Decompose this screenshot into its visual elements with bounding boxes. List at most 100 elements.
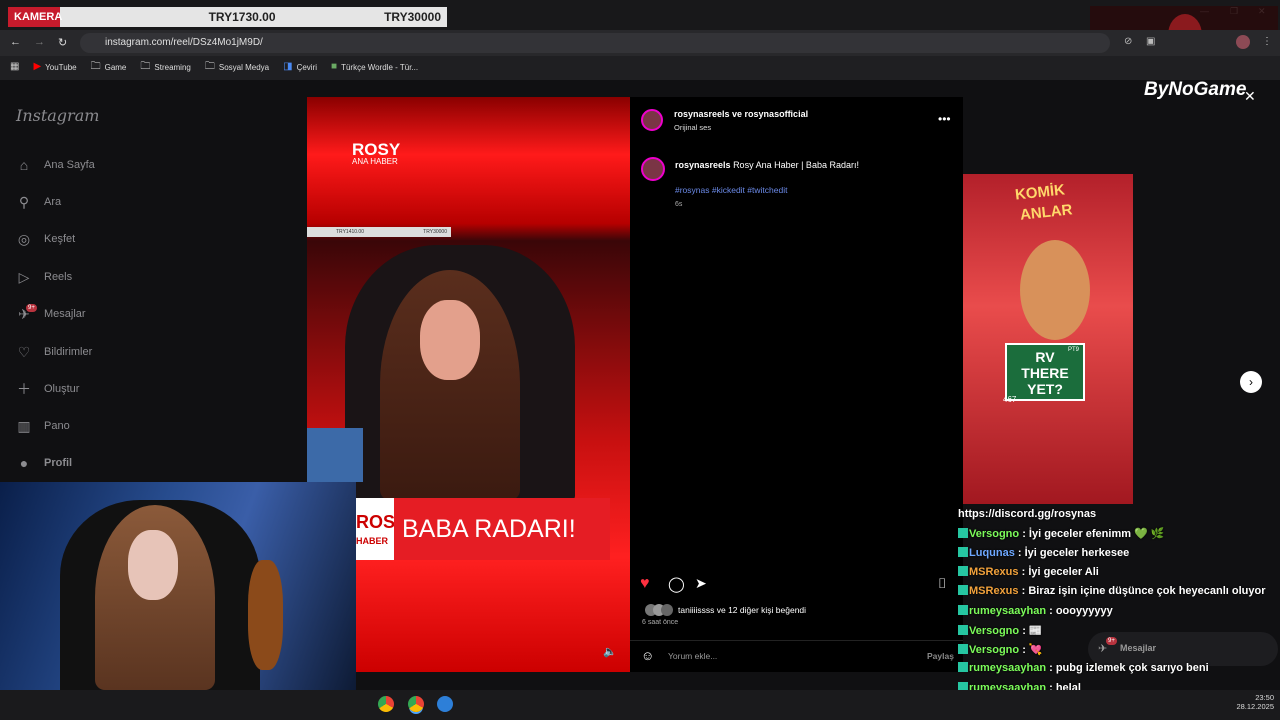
comment-bar: ☺ Yorum ekle... Paylaş: [630, 640, 963, 670]
system-clock[interactable]: 23:50 28.12.2025: [1228, 693, 1274, 711]
donation-label: KAMERA: [8, 7, 62, 27]
comment-input[interactable]: Yorum ekle...: [668, 651, 717, 661]
bookmark-youtube[interactable]: ▶ YouTube: [33, 62, 76, 72]
chat-text: https://discord.gg/rosynas: [958, 508, 1097, 520]
webcam-guitar: [248, 560, 283, 670]
chat-username[interactable]: Versogno: [969, 625, 1019, 637]
caption-avatar[interactable]: [641, 157, 665, 181]
chrome-taskbar-icon-2[interactable]: [408, 696, 424, 712]
reel-streamer-face: [420, 300, 480, 380]
chat-username[interactable]: MSRexus: [969, 566, 1019, 578]
share-icon[interactable]: ➤: [695, 575, 707, 592]
menu-icon[interactable]: ⋮: [1262, 36, 1272, 47]
chrome-taskbar-icon[interactable]: [378, 696, 394, 712]
search-icon: ⚲: [18, 194, 30, 210]
messages-badge: 9+: [26, 304, 37, 312]
bookmark-ceviri[interactable]: ◨ Çeviri: [283, 62, 317, 72]
chat-username[interactable]: Luqunas: [969, 547, 1015, 559]
camera-blocked-icon[interactable]: ⊘: [1124, 36, 1132, 47]
chat-username[interactable]: rumeysaayhan: [969, 662, 1046, 674]
more-options-icon[interactable]: •••: [938, 112, 951, 126]
bookmark-streaming[interactable]: 🗀 Streaming: [140, 62, 190, 72]
nav-notifications[interactable]: ♡ Bildirimler: [16, 345, 93, 359]
bookmark-wordle[interactable]: ■ Türkçe Wordle - Tür...: [331, 62, 418, 72]
forward-icon[interactable]: →: [34, 36, 45, 48]
avatar-icon: ●: [19, 455, 29, 471]
reel-banner-sub: HABER: [356, 536, 389, 546]
post-hashtags[interactable]: #rosynas #kickedit #twitchedit: [675, 185, 787, 195]
chat-text: : pubg izlemek çok sarıyo beni: [1049, 662, 1209, 675]
post-time: 6 saat önce: [642, 619, 679, 626]
obs-taskbar-icon[interactable]: [437, 696, 453, 712]
caption-time: 6s: [675, 201, 683, 208]
share-button[interactable]: Paylaş: [927, 651, 954, 661]
post-actions: ♥ ◯ ➤ ⌷: [640, 575, 955, 595]
next-arrow-icon[interactable]: ›: [1240, 371, 1262, 393]
reel-donation-bar: TRY1410.00 TRY30000: [307, 227, 451, 237]
float-label: Mesajlar: [1120, 643, 1157, 653]
post-author[interactable]: rosynasreels ve rosynasofficial: [674, 109, 808, 119]
like-heart-icon[interactable]: ♥: [640, 575, 650, 593]
chat-text: : 💘: [1022, 644, 1043, 657]
apps-grid-icon[interactable]: ▦: [10, 62, 19, 72]
folder-icon: 🗀: [90, 61, 101, 72]
bookmark-sosyal-medya[interactable]: 🗀 Sosyal Medya: [205, 62, 269, 72]
bookmarks-bar: ▦ ▶ YouTube 🗀 Game 🗀 Streaming 🗀 Sosyal Medy…: [0, 56, 1280, 78]
nav-search[interactable]: ⚲ Ara: [16, 194, 61, 210]
post-likes[interactable]: taniiiissss ve 12 diğer kişi beğendi: [678, 605, 806, 615]
taskbar: [0, 690, 1280, 720]
chat-text: : İyi geceler herkesee: [1017, 546, 1130, 559]
volume-icon[interactable]: 🔈: [603, 645, 617, 658]
thumb-part: PT9: [1068, 347, 1080, 353]
url-input[interactable]: instagram.com/reel/DSz4Mo1jM9D/: [80, 33, 1110, 53]
chat-username[interactable]: rumeysaayhan: [969, 605, 1046, 617]
chat-message: Versogno : 💘: [958, 643, 1043, 656]
translate-icon: ◨: [283, 61, 293, 72]
emoji-icon[interactable]: ☺: [641, 648, 654, 663]
chat-badge-icon: [958, 624, 968, 635]
youtube-icon: ▶: [33, 61, 42, 72]
nav-create[interactable]: ＋ Oluştur: [16, 381, 79, 397]
chat-message: Versogno : 📰: [958, 624, 1043, 637]
chat-badge-icon: [958, 546, 968, 557]
chat-text: : İyi geceler efenimm 💚 🌿: [1022, 528, 1165, 541]
chat-username[interactable]: Versogno: [969, 644, 1019, 656]
nav-dashboard[interactable]: ▥ Pano: [16, 419, 69, 433]
caption-user[interactable]: rosynasreels: [675, 160, 731, 170]
post-audio[interactable]: Orijinal ses: [674, 123, 711, 132]
nav-explore[interactable]: ◎ Keşfet: [16, 231, 75, 247]
reel-brand-sub: ANA HABER: [352, 157, 398, 166]
nav-reels[interactable]: ▷ Reels: [16, 270, 73, 284]
plus-icon: ＋: [17, 381, 31, 397]
thumb-lion-face: [1020, 240, 1090, 340]
chat-message: rumeysaayhan : pubg izlemek çok sarıyo b…: [958, 662, 1209, 674]
cast-icon[interactable]: ▣: [1146, 36, 1155, 47]
chat-message: MSRexus : Biraz işin içine düşünce çok h…: [958, 585, 1266, 597]
reel-banner-title: BABA RADARI!: [394, 498, 610, 560]
bookmark-icon[interactable]: ⌷: [938, 575, 946, 592]
author-avatar[interactable]: [641, 109, 663, 131]
chat-badge-icon: [958, 604, 968, 615]
nav-profile[interactable]: ● Profil: [16, 455, 72, 471]
reload-icon[interactable]: ↻: [58, 36, 67, 49]
nav-home[interactable]: ⌂ Ana Sayfa: [16, 158, 95, 172]
chat-badge-icon: [958, 644, 968, 655]
post-caption: rosynasreels Rosy Ana Haber | Baba Radar…: [675, 160, 859, 170]
reel-inset-camera: [307, 428, 363, 482]
bynogame-logo: ByNoGame: [1144, 79, 1247, 100]
liker-avatars: [645, 604, 675, 616]
chat-message: https://discord.gg/rosynas: [958, 508, 1096, 520]
profile-avatar[interactable]: [1236, 35, 1250, 49]
caption-text: Rosy Ana Haber | Baba Radarı!: [733, 160, 859, 170]
chat-message: Versogno : İyi geceler efenimm 💚 🌿: [958, 527, 1165, 540]
chat-username[interactable]: MSRexus: [969, 585, 1019, 597]
chat-text: : 📰: [1022, 624, 1043, 637]
back-icon[interactable]: ←: [10, 36, 21, 48]
comment-icon[interactable]: ◯: [668, 575, 685, 593]
chat-message: MSRexus : İyi geceler Ali: [958, 565, 1099, 578]
chat-username[interactable]: Versogno: [969, 528, 1019, 540]
compass-icon: ◎: [17, 231, 31, 247]
floating-messages-button[interactable]: ✈ 9+ Mesajlar: [1088, 632, 1278, 666]
reel-news-banner: ROSY BABA RADARI!: [356, 498, 610, 560]
bookmark-game[interactable]: 🗀 Game: [91, 62, 127, 72]
